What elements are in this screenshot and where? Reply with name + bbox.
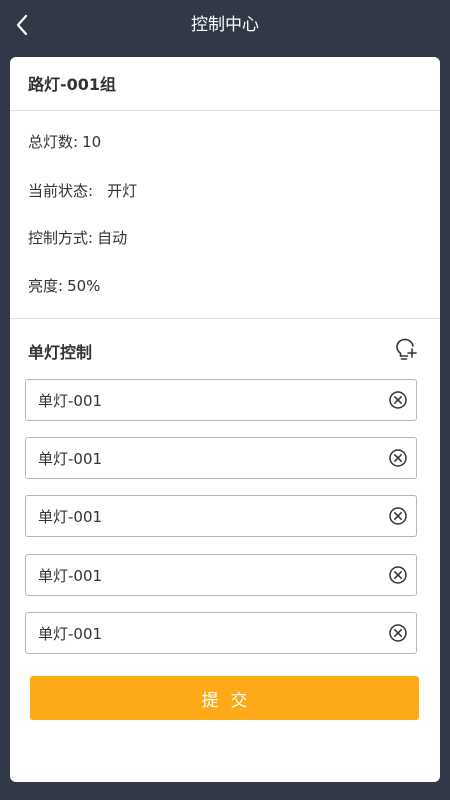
divider (10, 318, 440, 319)
total-lamps-value: 10 (82, 133, 102, 151)
lamp-field (25, 437, 417, 479)
brightness-label: 亮度: (28, 277, 64, 295)
clear-icon[interactable] (388, 448, 408, 468)
clear-icon[interactable] (388, 623, 408, 643)
brightness-row: 亮度: 50% (28, 275, 100, 296)
add-lamp-button[interactable] (394, 337, 418, 363)
total-lamps-label: 总灯数: (28, 133, 79, 151)
control-mode-value: 自动 (97, 229, 128, 247)
lamp-field (25, 379, 417, 421)
brightness-value: 50% (67, 277, 101, 295)
status-label: 当前状态: (28, 182, 94, 200)
status-row: 当前状态: 开灯 (28, 180, 137, 201)
total-lamps-row: 总灯数: 10 (28, 131, 101, 152)
status-value: 开灯 (107, 182, 138, 200)
lamp-input[interactable] (26, 555, 376, 595)
app-header: 控制中心 (0, 0, 450, 50)
clear-icon[interactable] (388, 565, 408, 585)
divider (10, 110, 440, 111)
submit-button[interactable]: 提交 (30, 676, 419, 720)
clear-icon[interactable] (388, 390, 408, 410)
lamp-input[interactable] (26, 438, 376, 478)
lamp-input[interactable] (26, 380, 376, 420)
control-card: 路灯-001组 总灯数: 10 当前状态: 开灯 控制方式: 自动 亮度: 50% 单灯… (10, 57, 440, 782)
lamp-input[interactable] (26, 613, 376, 653)
lightbulb-plus-icon (396, 338, 417, 360)
group-title: 路灯-001组 (28, 75, 117, 94)
control-mode-row: 控制方式: 自动 (28, 227, 127, 248)
lamp-field (25, 612, 417, 654)
control-mode-label: 控制方式: (28, 229, 94, 247)
lamp-field (25, 495, 417, 537)
single-control-title: 单灯控制 (28, 343, 93, 362)
lamp-field (25, 554, 417, 596)
clear-icon[interactable] (388, 506, 408, 526)
page-title: 控制中心 (191, 15, 259, 35)
lamp-input[interactable] (26, 496, 376, 536)
